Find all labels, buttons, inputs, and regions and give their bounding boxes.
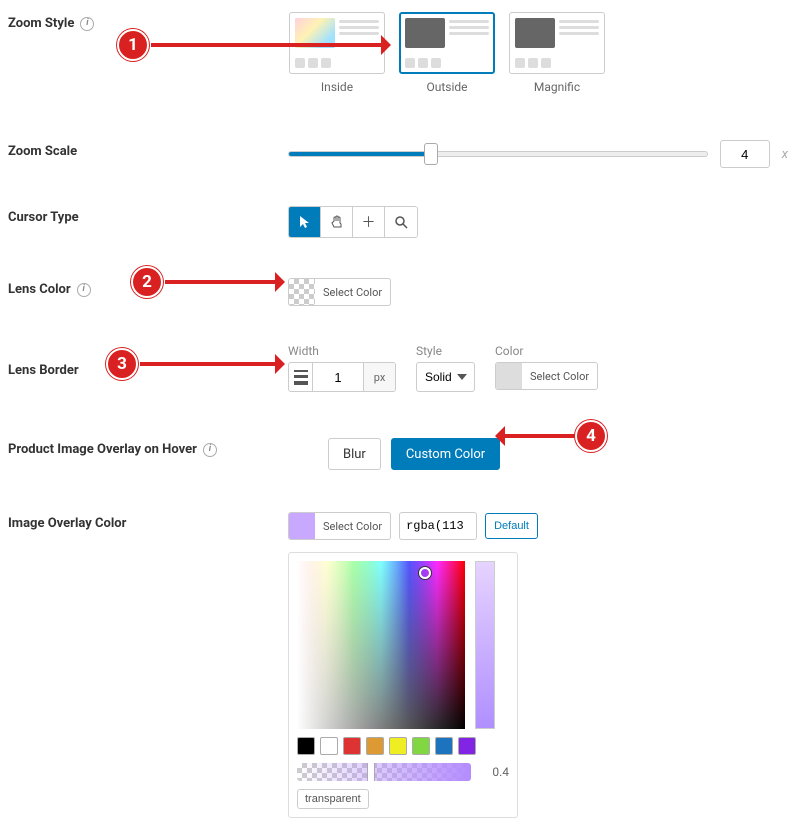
palette-swatch[interactable] (412, 737, 430, 755)
palette-swatch[interactable] (320, 737, 338, 755)
annotation-arrow (151, 43, 385, 47)
plus-icon: ＋ (362, 212, 376, 232)
alpha-slider[interactable] (297, 763, 471, 781)
zoom-scale-input[interactable] (720, 140, 770, 168)
cursor-type-hand[interactable] (321, 207, 353, 237)
color-palette (297, 737, 509, 755)
lens-border-width-unit: px (363, 363, 395, 391)
info-icon[interactable]: i (77, 283, 91, 297)
annotation-arrow (165, 280, 279, 284)
lens-border-color-button[interactable]: Select Color (495, 362, 598, 390)
palette-swatch[interactable] (435, 737, 453, 755)
palette-swatch[interactable] (297, 737, 315, 755)
overlay-color-default[interactable]: Default (485, 513, 538, 539)
color-hue-bar[interactable] (475, 561, 495, 729)
overlay-hover-label: Product Image Overlay on Hover i (8, 438, 288, 457)
color-swatch-icon (496, 363, 522, 389)
palette-swatch[interactable] (343, 737, 361, 755)
overlay-color-input[interactable] (399, 512, 477, 540)
lens-border-width-caption: Width (288, 344, 396, 358)
pointer-cursor-icon (299, 215, 311, 229)
annotation-badge-1: 1 (117, 29, 149, 61)
zoom-style-caption: Magnific (534, 80, 580, 94)
cursor-type-pointer[interactable] (289, 207, 321, 237)
alpha-value: 0.4 (479, 765, 509, 779)
annotation-arrow (501, 434, 575, 438)
cursor-type-crosshair[interactable]: ＋ (353, 207, 385, 237)
info-icon[interactable]: i (80, 17, 94, 31)
zoom-style-label: Zoom Style i (8, 12, 288, 31)
lens-border-style-caption: Style (416, 344, 475, 358)
zoom-style-caption: Outside (426, 80, 467, 94)
annotation-badge-3: 3 (106, 348, 138, 380)
lens-color-button[interactable]: Select Color (288, 278, 391, 306)
annotation-arrow (140, 362, 279, 366)
zoom-scale-slider[interactable] (288, 144, 708, 164)
overlay-color-label: Image Overlay Color (8, 512, 288, 531)
palette-swatch[interactable] (366, 737, 384, 755)
overlay-hover-custom[interactable]: Custom Color (391, 438, 500, 470)
palette-swatch[interactable] (458, 737, 476, 755)
magnifier-icon (394, 215, 408, 229)
annotation-badge-4: 4 (575, 420, 607, 452)
color-picker-panel: 0.4 transparent (288, 552, 518, 818)
overlay-color-select[interactable]: Select Color (288, 512, 391, 540)
lens-border-color-caption: Color (495, 344, 598, 358)
transparent-button[interactable]: transparent (297, 789, 369, 809)
zoom-style-caption: Inside (321, 80, 353, 94)
zoom-style-option-outside[interactable] (399, 12, 495, 74)
cursor-type-label: Cursor Type (8, 206, 288, 225)
overlay-hover-blur[interactable]: Blur (328, 438, 381, 470)
zoom-style-option-magnific[interactable] (509, 12, 605, 74)
lens-border-width-input[interactable] (313, 363, 363, 391)
zoom-scale-unit: x (782, 147, 788, 162)
color-swatch-icon (289, 513, 315, 539)
palette-swatch[interactable] (389, 737, 407, 755)
info-icon[interactable]: i (203, 443, 217, 457)
hand-cursor-icon (330, 215, 344, 229)
lens-border-style-select[interactable]: Solid (416, 362, 475, 392)
annotation-badge-2: 2 (131, 266, 163, 298)
color-sv-panel[interactable] (297, 561, 465, 729)
cursor-type-zoom[interactable] (385, 207, 417, 237)
cursor-type-group: ＋ (288, 206, 418, 238)
zoom-scale-label: Zoom Scale (8, 140, 288, 159)
